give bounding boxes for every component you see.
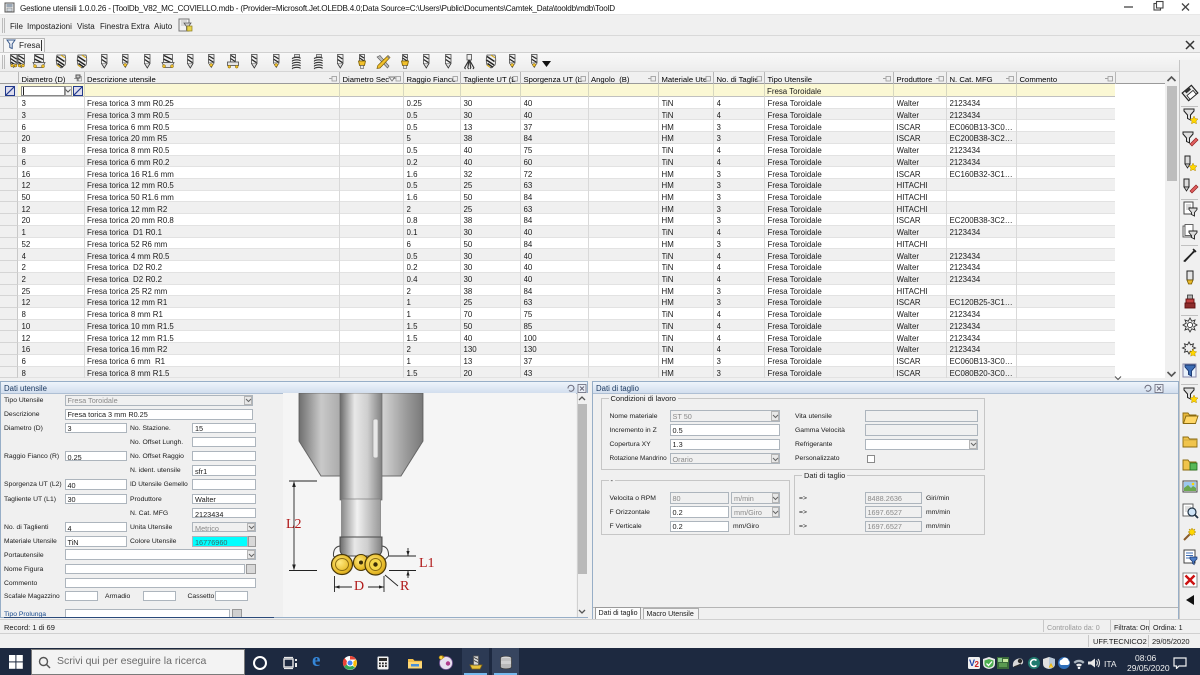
svg-text:2: 2 [975,660,980,669]
